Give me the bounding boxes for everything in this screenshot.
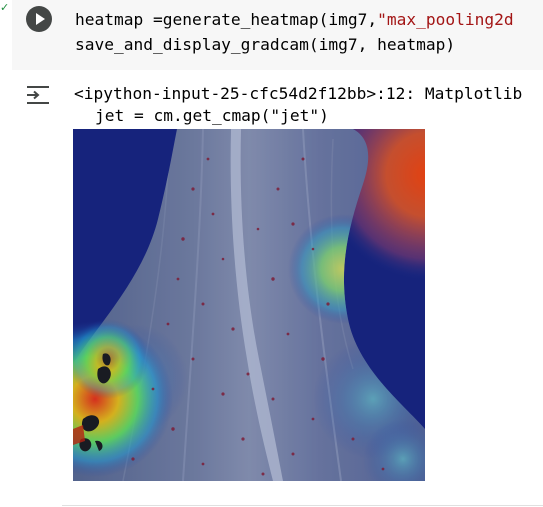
play-icon [36,13,45,25]
code-cell[interactable]: heatmap =generate_heatmap(img7,"max_pool… [12,0,543,70]
warning-line-1: <ipython-input-25-cfc54d2f12bb>:12: Matp… [74,84,523,103]
code-editor[interactable]: heatmap =generate_heatmap(img7,"max_pool… [75,7,514,57]
cell-output: <ipython-input-25-cfc54d2f12bb>:12: Matp… [74,83,522,127]
code-line-2: save_and_display_gradcam(img7, heatmap) [75,35,456,54]
code-line-1: heatmap =generate_heatmap(img7,"max_pool… [75,10,514,29]
output-collapse-icon[interactable] [24,84,52,106]
cell-execution-status: ✓ [0,0,10,40]
checkmark-icon: ✓ [0,1,10,14]
code-line-1-call: heatmap =generate_heatmap(img7, [75,10,378,29]
run-cell-button[interactable] [26,6,52,32]
output-divider [62,505,543,506]
warning-line-2: jet = cm.get_cmap("jet") [95,106,329,125]
gradcam-heatmap-image [73,129,425,481]
code-line-1-string: "max_pooling2d [377,10,514,29]
